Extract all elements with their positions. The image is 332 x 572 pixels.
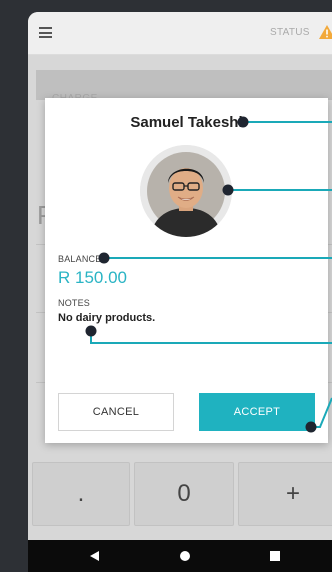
notes-value: No dairy products. — [58, 312, 156, 324]
hamburger-icon[interactable] — [39, 27, 52, 38]
avatar — [140, 145, 232, 237]
balance-value: R 150.00 — [58, 268, 127, 287]
key-zero[interactable]: 0 — [134, 462, 234, 526]
app-bar: STATUS — [28, 12, 332, 55]
status-label: STATUS — [270, 27, 310, 38]
cancel-button[interactable]: CANCEL — [58, 393, 174, 431]
warning-triangle-icon[interactable] — [318, 24, 332, 40]
notes-label: NOTES — [58, 298, 91, 308]
customer-name: Samuel Takeshi — [130, 114, 243, 131]
accept-button[interactable]: ACCEPT — [199, 393, 315, 431]
avatar-photo — [140, 145, 232, 237]
customer-dialog: Samuel Takeshi BALANCE R 150.00 NOTES No… — [45, 98, 328, 443]
key-decimal[interactable]: . — [32, 462, 130, 526]
system-nav-bar — [28, 540, 332, 572]
balance-label: BALANCE — [58, 254, 102, 264]
key-plus[interactable]: + — [238, 462, 332, 526]
